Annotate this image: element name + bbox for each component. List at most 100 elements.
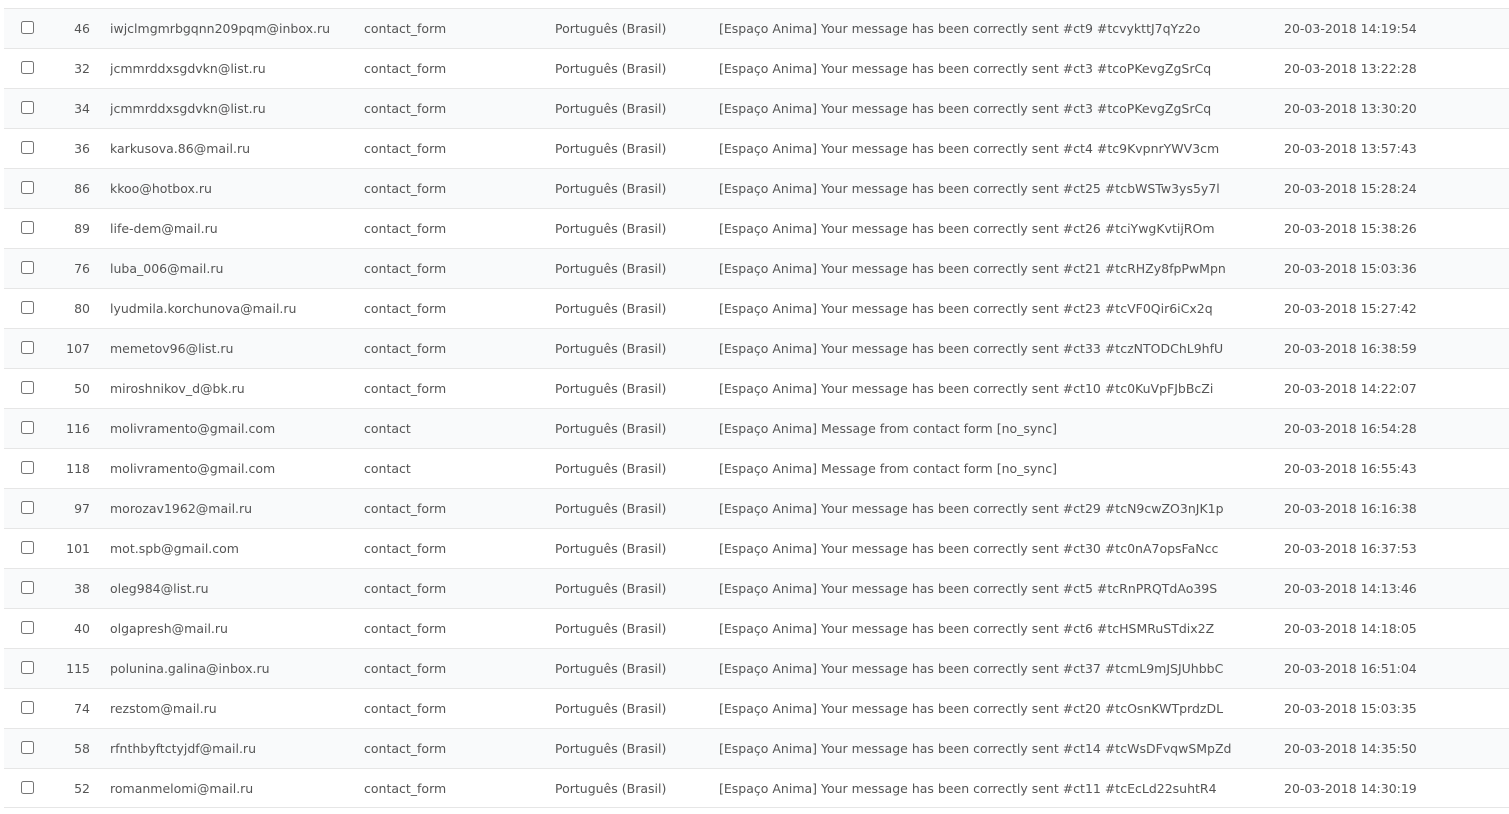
row-select-checkbox[interactable]	[21, 460, 34, 474]
row-date: 20-03-2018 15:03:35	[1284, 701, 1417, 716]
row-select-checkbox[interactable]	[21, 620, 34, 634]
table-row[interactable]: 32 jcmmrddxsgdvkn@list.ru contact_form P…	[4, 48, 1509, 88]
row-id: 116	[66, 421, 90, 436]
row-id: 89	[74, 221, 90, 236]
row-recipient-email: luba_006@mail.ru	[110, 261, 224, 276]
row-select-checkbox[interactable]	[21, 180, 34, 194]
row-select-checkbox[interactable]	[21, 580, 34, 594]
table-row[interactable]: 36 karkusova.86@mail.ru contact_form Por…	[4, 128, 1509, 168]
row-date: 20-03-2018 16:16:38	[1284, 501, 1417, 516]
row-select-checkbox[interactable]	[21, 60, 34, 74]
row-template: contact_form	[364, 701, 447, 716]
table-row[interactable]: 86 kkoo@hotbox.ru contact_form Português…	[4, 168, 1509, 208]
row-id: 76	[74, 261, 90, 276]
row-subject: [Espaço Anima] Your message has been cor…	[719, 501, 1224, 516]
row-subject: [Espaço Anima] Your message has been cor…	[719, 181, 1220, 196]
row-select-checkbox[interactable]	[21, 540, 34, 554]
row-language: Português (Brasil)	[555, 621, 667, 636]
row-language: Português (Brasil)	[555, 381, 667, 396]
table-row[interactable]: 40 olgapresh@mail.ru contact_form Portug…	[4, 608, 1509, 648]
row-subject: [Espaço Anima] Your message has been cor…	[719, 541, 1219, 556]
table-row[interactable]: 50 miroshnikov_d@bk.ru contact_form Port…	[4, 368, 1509, 408]
table-row[interactable]: 34 jcmmrddxsgdvkn@list.ru contact_form P…	[4, 88, 1509, 128]
table-row[interactable]: 74 rezstom@mail.ru contact_form Portuguê…	[4, 688, 1509, 728]
table-row[interactable]: 52 romanmelomi@mail.ru contact_form Port…	[4, 768, 1509, 808]
row-date: 20-03-2018 13:30:20	[1284, 101, 1417, 116]
row-select-checkbox[interactable]	[21, 20, 34, 34]
row-subject: [Espaço Anima] Your message has been cor…	[719, 661, 1224, 676]
table-row[interactable]: 89 life-dem@mail.ru contact_form Portugu…	[4, 208, 1509, 248]
table-row[interactable]: 38 oleg984@list.ru contact_form Portuguê…	[4, 568, 1509, 608]
table-row[interactable]: 76 luba_006@mail.ru contact_form Portugu…	[4, 248, 1509, 288]
row-template: contact_form	[364, 621, 447, 636]
row-recipient-email: romanmelomi@mail.ru	[110, 781, 254, 796]
row-select-cell	[21, 569, 35, 609]
row-select-cell	[21, 649, 35, 689]
row-recipient-email: karkusova.86@mail.ru	[110, 141, 251, 156]
table-row[interactable]: 97 morozav1962@mail.ru contact_form Port…	[4, 488, 1509, 528]
row-language: Português (Brasil)	[555, 261, 667, 276]
row-select-cell	[21, 489, 35, 529]
row-select-checkbox[interactable]	[21, 420, 34, 434]
row-subject: [Espaço Anima] Your message has been cor…	[719, 141, 1220, 156]
row-subject: [Espaço Anima] Your message has been cor…	[719, 741, 1232, 756]
row-date: 20-03-2018 14:35:50	[1284, 741, 1417, 756]
row-recipient-email: olgapresh@mail.ru	[110, 621, 228, 636]
row-id: 101	[66, 541, 90, 556]
row-select-checkbox[interactable]	[21, 340, 34, 354]
row-select-checkbox[interactable]	[21, 380, 34, 394]
table-row[interactable]: 116 molivramento@gmail.com contact Portu…	[4, 408, 1509, 448]
row-select-cell	[21, 169, 35, 209]
row-template: contact_form	[364, 781, 447, 796]
row-language: Português (Brasil)	[555, 221, 667, 236]
row-subject: [Espaço Anima] Your message has been cor…	[719, 61, 1212, 76]
row-select-checkbox[interactable]	[21, 700, 34, 714]
row-select-cell	[21, 289, 35, 329]
row-date: 20-03-2018 14:19:54	[1284, 21, 1417, 36]
row-id: 97	[74, 501, 90, 516]
row-date: 20-03-2018 14:18:05	[1284, 621, 1417, 636]
row-id: 86	[74, 181, 90, 196]
row-recipient-email: lyudmila.korchunova@mail.ru	[110, 301, 297, 316]
row-template: contact_form	[364, 261, 447, 276]
row-select-checkbox[interactable]	[21, 500, 34, 514]
row-select-checkbox[interactable]	[21, 220, 34, 234]
row-recipient-email: molivramento@gmail.com	[110, 421, 276, 436]
table-row[interactable]: 115 polunina.galina@inbox.ru contact_for…	[4, 648, 1509, 688]
row-select-checkbox[interactable]	[21, 260, 34, 274]
row-recipient-email: molivramento@gmail.com	[110, 461, 276, 476]
table-row[interactable]: 80 lyudmila.korchunova@mail.ru contact_f…	[4, 288, 1509, 328]
row-recipient-email: jcmmrddxsgdvkn@list.ru	[110, 61, 266, 76]
row-subject: [Espaço Anima] Your message has been cor…	[719, 701, 1224, 716]
row-language: Português (Brasil)	[555, 101, 667, 116]
row-subject: [Espaço Anima] Message from contact form…	[719, 461, 1057, 476]
row-template: contact_form	[364, 21, 447, 36]
row-select-checkbox[interactable]	[21, 300, 34, 314]
row-id: 74	[74, 701, 90, 716]
row-id: 32	[74, 61, 90, 76]
row-template: contact_form	[364, 741, 447, 756]
row-select-cell	[21, 129, 35, 169]
row-template: contact	[364, 421, 411, 436]
row-subject: [Espaço Anima] Your message has been cor…	[719, 581, 1218, 596]
row-select-checkbox[interactable]	[21, 780, 34, 794]
table-row[interactable]: 101 mot.spb@gmail.com contact_form Portu…	[4, 528, 1509, 568]
row-template: contact_form	[364, 581, 447, 596]
row-select-checkbox[interactable]	[21, 140, 34, 154]
row-select-cell	[21, 609, 35, 649]
row-recipient-email: morozav1962@mail.ru	[110, 501, 253, 516]
row-select-checkbox[interactable]	[21, 100, 34, 114]
row-subject: [Espaço Anima] Your message has been cor…	[719, 381, 1214, 396]
row-recipient-email: jcmmrddxsgdvkn@list.ru	[110, 101, 266, 116]
row-language: Português (Brasil)	[555, 181, 667, 196]
row-recipient-email: polunina.galina@inbox.ru	[110, 661, 270, 676]
row-subject: [Espaço Anima] Your message has been cor…	[719, 781, 1217, 796]
table-row[interactable]: 58 rfnthbyftctyjdf@mail.ru contact_form …	[4, 728, 1509, 768]
table-row[interactable]: 107 memetov96@list.ru contact_form Portu…	[4, 328, 1509, 368]
table-row[interactable]: 46 iwjclmgmrbgqnn209pqm@inbox.ru contact…	[4, 8, 1509, 48]
row-select-checkbox[interactable]	[21, 740, 34, 754]
row-select-checkbox[interactable]	[21, 660, 34, 674]
row-language: Português (Brasil)	[555, 541, 667, 556]
row-date: 20-03-2018 14:13:46	[1284, 581, 1417, 596]
table-row[interactable]: 118 molivramento@gmail.com contact Portu…	[4, 448, 1509, 488]
